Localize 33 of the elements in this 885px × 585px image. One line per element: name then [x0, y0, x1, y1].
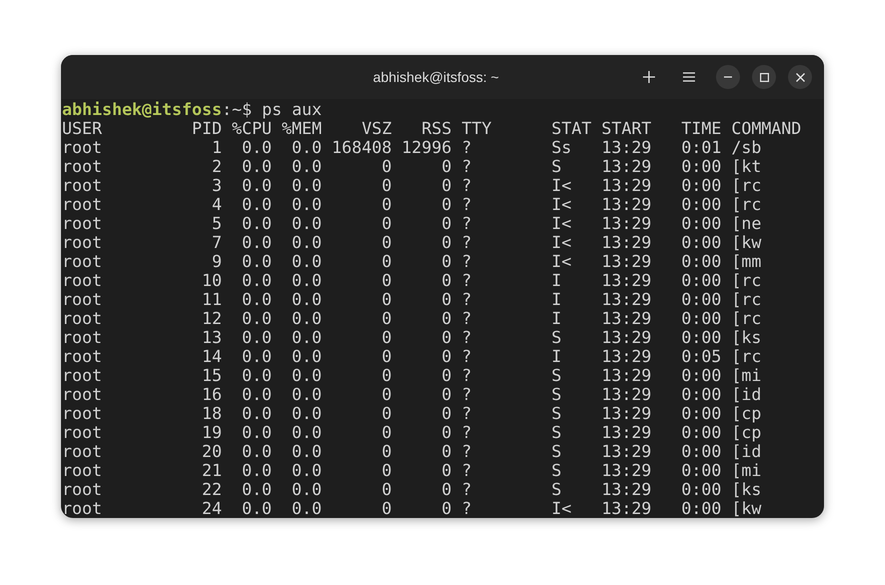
- menu-icon: [683, 72, 695, 82]
- process-row: root 18 0.0 0.0 0 0 ? S 13:29 0:00 [cp: [62, 404, 762, 423]
- process-row: root 13 0.0 0.0 0 0 ? S 13:29 0:00 [ks: [62, 328, 762, 347]
- process-row: root 5 0.0 0.0 0 0 ? I< 13:29 0:00 [ne: [62, 214, 762, 233]
- process-row: root 3 0.0 0.0 0 0 ? I< 13:29 0:00 [rc: [62, 176, 762, 195]
- process-row: root 2 0.0 0.0 0 0 ? S 13:29 0:00 [kt: [62, 157, 762, 176]
- process-row: root 21 0.0 0.0 0 0 ? S 13:29 0:00 [mi: [62, 461, 762, 480]
- process-row: root 15 0.0 0.0 0 0 ? S 13:29 0:00 [mi: [62, 366, 762, 385]
- command-text: ps aux: [262, 100, 322, 119]
- close-button[interactable]: [788, 65, 812, 89]
- process-row: root 14 0.0 0.0 0 0 ? I 13:29 0:05 [rc: [62, 347, 762, 366]
- process-row: root 16 0.0 0.0 0 0 ? S 13:29 0:00 [id: [62, 385, 762, 404]
- process-row: root 24 0.0 0.0 0 0 ? I< 13:29 0:00 [kw: [62, 499, 762, 518]
- process-row: root 10 0.0 0.0 0 0 ? I 13:29 0:00 [rc: [62, 271, 762, 290]
- process-row: root 1 0.0 0.0 168408 12996 ? Ss 13:29 0:01 /sb: [62, 138, 762, 157]
- table-header: USER PID %CPU %MEM VSZ RSS TTY STAT START TIME COMMAND: [62, 119, 802, 138]
- plus-icon: [643, 71, 655, 83]
- process-row: root 19 0.0 0.0 0 0 ? S 13:29 0:00 [cp: [62, 423, 762, 442]
- process-row: root 20 0.0 0.0 0 0 ? S 13:29 0:00 [id: [62, 442, 762, 461]
- process-row: root 12 0.0 0.0 0 0 ? I 13:29 0:00 [rc: [62, 309, 762, 328]
- process-row: root 9 0.0 0.0 0 0 ? I< 13:29 0:00 [mm: [62, 252, 762, 271]
- minimize-icon: [724, 76, 732, 78]
- prompt-path: :~$: [222, 100, 252, 119]
- maximize-button[interactable]: [752, 65, 776, 89]
- maximize-icon: [760, 72, 768, 82]
- process-row: root 11 0.0 0.0 0 0 ? I 13:29 0:00 [rc: [62, 290, 762, 309]
- window-title: abhishek@itsfoss: ~: [372, 68, 500, 86]
- process-row: root 4 0.0 0.0 0 0 ? I< 13:29 0:00 [rc: [62, 195, 762, 214]
- close-icon: [796, 72, 804, 82]
- prompt-user-host: abhishek@itsfoss: [62, 100, 222, 119]
- process-row: root 7 0.0 0.0 0 0 ? I< 13:29 0:00 [kw: [62, 233, 762, 252]
- process-row: root 22 0.0 0.0 0 0 ? S 13:29 0:00 [ks: [62, 480, 762, 499]
- minimize-button[interactable]: [716, 65, 740, 89]
